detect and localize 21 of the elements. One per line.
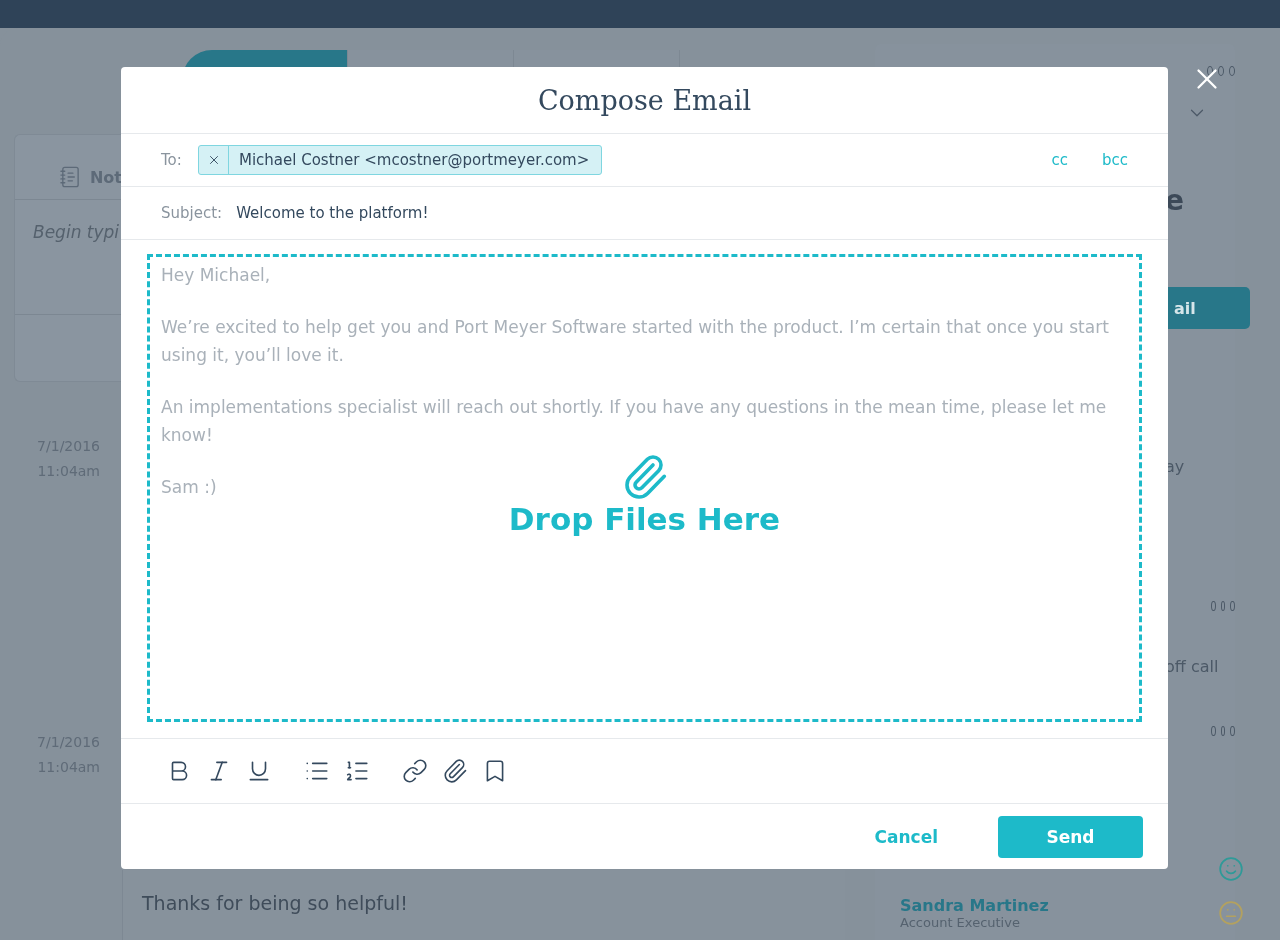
smiley-face-icon [1218,856,1244,882]
subject-field[interactable]: Welcome to the platform! [236,204,429,222]
drop-files-text: Drop Files Here [508,501,781,537]
body-paragraph: Sam :) [161,476,217,499]
cc-link[interactable]: cc [1051,151,1068,169]
neutral-face-icon [1218,900,1244,926]
body-paragraph: An implementations specialist will reach out shortly. If you have any questions in the mean time, please let me know! [161,396,1108,447]
send-button[interactable]: Send [998,815,1143,858]
cancel-button[interactable]: Cancel [874,818,938,855]
link-icon [402,758,428,784]
to-label: To: [161,151,183,169]
contact-name[interactable]: Sandra Martinez [900,896,1049,915]
body-paragraph: We’re excited to help get you and Port Meyer Software started with the product. I’m certain that once you start using it, you’ll love it. [161,316,1110,367]
subject-label: Subject: [161,204,223,222]
bcc-link[interactable]: bcc [1102,151,1128,169]
message-text: Thanks for being so helpful! [142,892,408,914]
body-paragraph: Hey Michael, [161,264,271,287]
notes-icon [59,164,82,190]
dialog-title: Compose Email [121,67,1168,134]
paperclip-icon [442,758,468,784]
recipient-chip: Michael Costner <mcostner@portmeyer.com> [198,145,603,175]
